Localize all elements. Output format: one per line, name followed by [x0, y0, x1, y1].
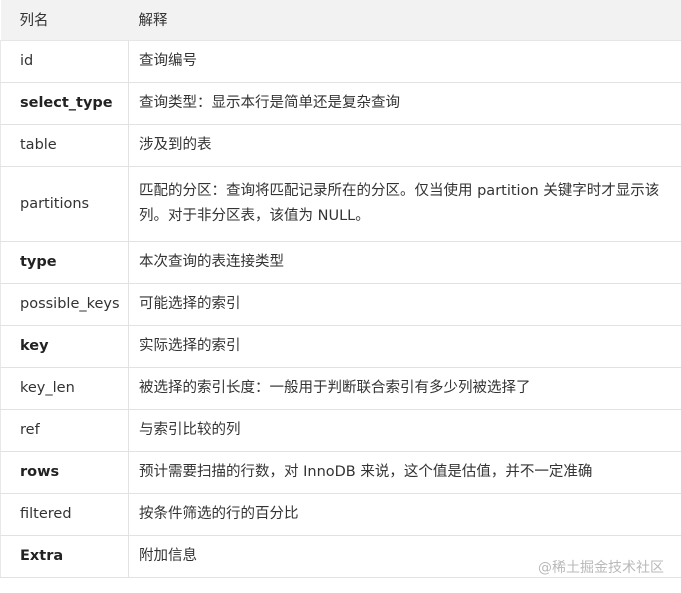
description-cell: 实际选择的索引 — [128, 324, 681, 368]
watermark: @稀土掘金技术社区 — [538, 560, 664, 576]
description-cell: 本次查询的表连接类型 — [128, 240, 681, 284]
column-name-cell: possible_keys — [0, 282, 129, 326]
column-name-cell: filtered — [0, 492, 129, 536]
header-column-name: 列名 — [0, 0, 129, 41]
column-name-cell: key — [0, 324, 129, 368]
description-cell: 可能选择的索引 — [128, 282, 681, 326]
description-cell: 查询类型：显示本行是简单还是复杂查询 — [128, 81, 681, 125]
description-cell: 预计需要扫描的行数，对 InnoDB 来说，这个值是估值，并不一定准确 — [128, 450, 681, 494]
description-cell: 被选择的索引长度：一般用于判断联合索引有多少列被选择了 — [128, 366, 681, 410]
table-row: table 涉及到的表 — [0, 123, 681, 167]
description-cell: 涉及到的表 — [128, 123, 681, 167]
table-row: ref 与索引比较的列 — [0, 408, 681, 452]
column-name-cell: id — [0, 39, 129, 83]
table-row: rows 预计需要扫描的行数，对 InnoDB 来说，这个值是估值，并不一定准确 — [0, 450, 681, 494]
table-header-row: 列名 解释 — [0, 0, 681, 41]
explain-columns-table: 列名 解释 id 查询编号 select_type 查询类型：显示本行是简单还是… — [0, 0, 681, 578]
description-cell: 查询编号 — [128, 39, 681, 83]
column-name-cell: ref — [0, 408, 129, 452]
description-cell: 与索引比较的列 — [128, 408, 681, 452]
column-name-cell: partitions — [0, 165, 129, 242]
table-row: type 本次查询的表连接类型 — [0, 240, 681, 284]
description-cell: 按条件筛选的行的百分比 — [128, 492, 681, 536]
description-cell: 匹配的分区：查询将匹配记录所在的分区。仅当使用 partition 关键字时才显… — [128, 165, 681, 242]
column-name-cell: select_type — [0, 81, 129, 125]
table-row: filtered 按条件筛选的行的百分比 — [0, 492, 681, 536]
column-name-cell: type — [0, 240, 129, 284]
table-row: key_len 被选择的索引长度：一般用于判断联合索引有多少列被选择了 — [0, 366, 681, 410]
header-description: 解释 — [128, 0, 681, 41]
column-name-cell: key_len — [0, 366, 129, 410]
table-row: key 实际选择的索引 — [0, 324, 681, 368]
table-row: id 查询编号 — [0, 39, 681, 83]
column-name-cell: rows — [0, 450, 129, 494]
table-row: select_type 查询类型：显示本行是简单还是复杂查询 — [0, 81, 681, 125]
column-name-cell: Extra — [0, 534, 129, 578]
table-row: possible_keys 可能选择的索引 — [0, 282, 681, 326]
table-row: partitions 匹配的分区：查询将匹配记录所在的分区。仅当使用 parti… — [0, 165, 681, 242]
column-name-cell: table — [0, 123, 129, 167]
